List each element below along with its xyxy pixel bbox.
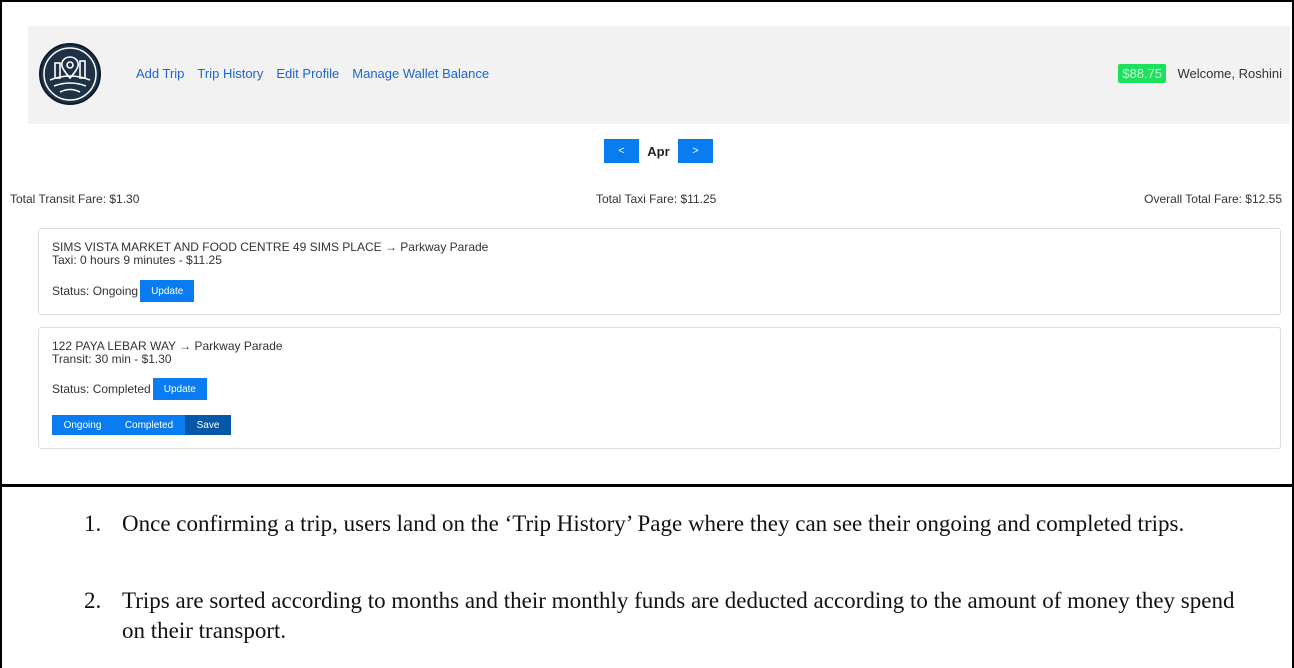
trip-mode-fare: Transit: 30 min - $1.30 <box>52 352 172 366</box>
save-status-button[interactable]: Save <box>185 415 231 435</box>
nav-link-add-trip[interactable]: Add Trip <box>136 66 184 81</box>
update-status-button[interactable]: Update <box>152 378 207 400</box>
list-item-number: 2. <box>84 588 102 613</box>
app-screenshot: Add Trip Trip History Edit Profile Manag… <box>2 2 1292 484</box>
trip-mode-fare: Taxi: 0 hours 9 minutes - $11.25 <box>52 253 222 267</box>
list-item: 2. Trips are sorted according to months … <box>84 586 1242 646</box>
list-item: 1. Once confirming a trip, users land on… <box>84 509 1242 539</box>
app-logo[interactable] <box>39 43 101 105</box>
notes-list: 1. Once confirming a trip, users land on… <box>0 487 1294 668</box>
location-pin-city-icon <box>43 47 97 101</box>
welcome-text: Welcome, Roshini <box>1177 66 1282 81</box>
list-item-text: Once confirming a trip, users land on th… <box>122 511 1185 536</box>
nav-link-manage-wallet-balance[interactable]: Manage Wallet Balance <box>352 66 489 81</box>
trip-status: Status: Ongoing <box>52 284 139 298</box>
total-taxi-fare: Total Taxi Fare: $11.25 <box>596 192 717 206</box>
update-status-button[interactable]: Update <box>140 280 195 302</box>
list-item-number: 1. <box>84 511 102 536</box>
prev-month-button[interactable]: < <box>604 139 639 163</box>
fare-totals: Total Transit Fare: $1.30 Total Taxi Far… <box>10 192 1282 208</box>
nav-link-edit-profile[interactable]: Edit Profile <box>276 66 339 81</box>
trip-card: SIMS VISTA MARKET AND FOOD CENTRE 49 SIM… <box>38 228 1281 315</box>
list-item-text: Trips are sorted according to months and… <box>122 588 1235 643</box>
nav-links: Add Trip Trip History Edit Profile Manag… <box>136 66 502 81</box>
trip-status-row: Status: Completed Update <box>52 378 207 400</box>
status-option-ongoing-button[interactable]: Ongoing <box>52 415 113 435</box>
current-month-label: Apr <box>647 143 670 159</box>
total-transit-fare: Total Transit Fare: $1.30 <box>10 192 140 206</box>
nav-link-trip-history[interactable]: Trip History <box>197 66 263 81</box>
next-month-button[interactable]: > <box>678 139 713 163</box>
status-option-completed-button[interactable]: Completed <box>113 415 185 435</box>
trip-status: Status: Completed <box>52 382 151 396</box>
wallet-balance-badge: $88.75 <box>1118 64 1166 83</box>
month-navigator: < Apr > <box>604 139 713 163</box>
status-choice-group: Ongoing Completed Save <box>52 415 231 435</box>
overall-total-fare: Overall Total Fare: $12.55 <box>1144 192 1282 206</box>
trip-card: 122 PAYA LEBAR WAY → Parkway Parade Tran… <box>38 327 1281 449</box>
trip-status-row: Status: Ongoing Update <box>52 280 195 302</box>
navbar: Add Trip Trip History Edit Profile Manag… <box>28 26 1290 124</box>
